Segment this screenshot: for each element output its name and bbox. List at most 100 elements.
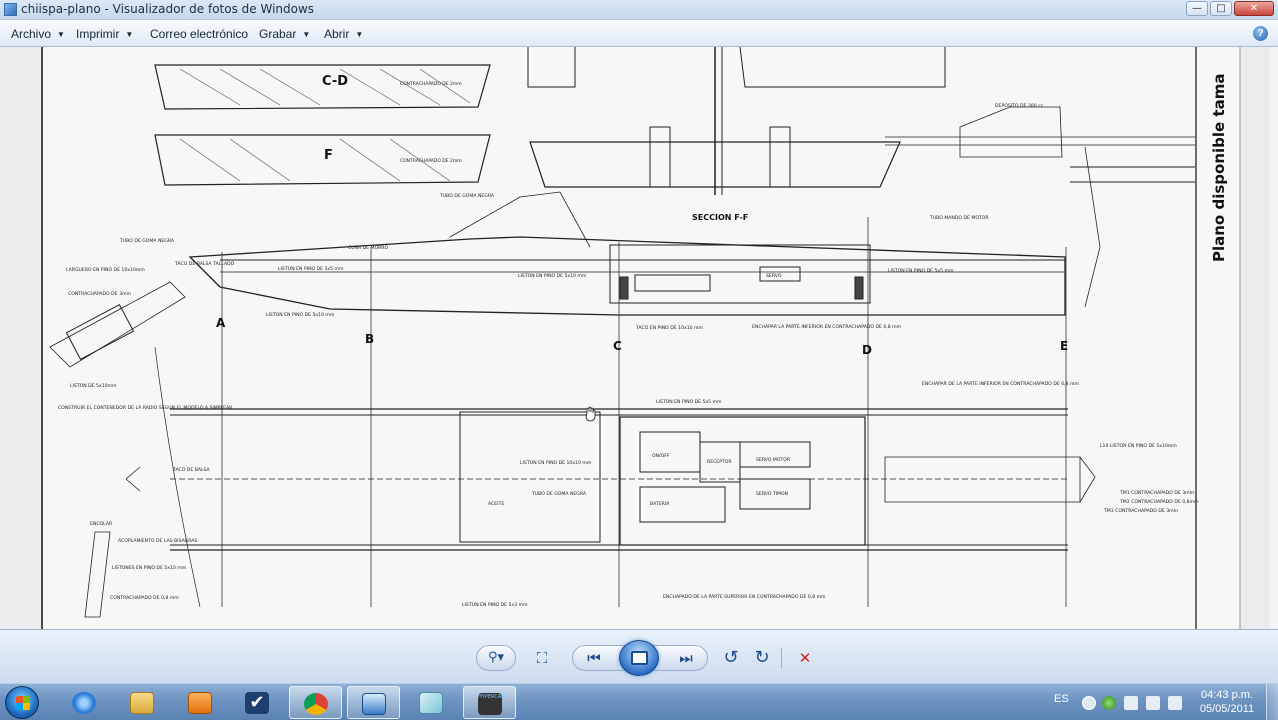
taskbar-photo-viewer[interactable] xyxy=(347,686,400,719)
callout-text: SERVO xyxy=(766,273,782,279)
slideshow-icon xyxy=(631,651,648,665)
station-label-e: E xyxy=(1060,339,1068,353)
callout-text: LARGUERO EN PINO DE 10x10mm xyxy=(66,267,145,273)
taskbar-notes-app[interactable] xyxy=(405,686,458,719)
callout-text: BATERIA xyxy=(650,501,670,507)
station-label-d: D xyxy=(862,343,872,357)
callout-text: TACO DE BALSA xyxy=(172,467,211,473)
callout-text: ENCHAPAR LA PARTE INFERIOR EN CONTRACHAP… xyxy=(752,324,902,330)
taskbar-checkmark-app[interactable]: ✔ xyxy=(231,686,284,719)
callout-text: LISTON EN PINO DE 3x5 mm xyxy=(278,266,344,272)
station-label-a: A xyxy=(216,316,226,330)
callout-text: CONTRACHAPADO DE 2mm xyxy=(400,158,462,164)
station-label-c: C xyxy=(613,339,622,353)
callout-text: LISTON EN PINO DE 10x10 mm xyxy=(520,460,592,466)
callout-text: CONTRACHAPADO DE 3mm xyxy=(68,291,131,297)
callout-text: CONTRACHAPADO DE 2mm xyxy=(400,81,462,87)
menu-grabar[interactable]: Grabar ▼ xyxy=(259,27,310,41)
taskbar-hypercam[interactable]: HYPERCAM xyxy=(463,686,516,719)
next-icon[interactable]: ⏭ xyxy=(675,648,697,668)
callout-text: ENCHAPAR DE LA PARTE INFERIOR EN CONTRAC… xyxy=(922,381,1079,387)
rotate-counterclockwise-icon[interactable]: ↺ xyxy=(720,648,742,668)
callout-text: ENCHAPADO DE LA PARTE SUPERIOR EN CONTRA… xyxy=(663,594,826,600)
menu-imprimir[interactable]: Imprimir ▼ xyxy=(76,27,133,41)
taskbar-google-chrome[interactable] xyxy=(289,686,342,719)
callout-text: CUÑA DE MORRO xyxy=(348,244,388,251)
maximize-button[interactable]: □ xyxy=(1210,1,1232,16)
chevron-down-icon: ▼ xyxy=(57,30,65,39)
callout-text: LISTON EN PINO DE 5x5 mm xyxy=(656,399,722,405)
chevron-down-icon: ▼ xyxy=(125,30,134,39)
help-icon[interactable]: ? xyxy=(1253,26,1268,41)
system-clock[interactable]: 04:43 p.m. 05/05/2011 xyxy=(1196,688,1258,716)
checkmark-icon: ✔ xyxy=(245,692,269,714)
menu-archivo[interactable]: Archivo ▼ xyxy=(11,27,65,41)
network-status-icon[interactable] xyxy=(1102,696,1116,710)
start-button[interactable] xyxy=(5,686,39,719)
image-viewport[interactable]: Plano disponible tama C-D CONTRACHAPADO … xyxy=(0,47,1278,629)
volume-icon[interactable] xyxy=(1168,696,1182,710)
minimize-button[interactable]: — xyxy=(1186,1,1208,16)
callout-text: ACEITE xyxy=(488,501,504,507)
title-bar: chiispa-plano - Visualizador de fotos de… xyxy=(0,0,1278,20)
callout-text: TM3 CONTRACHAPADO DE 3mm xyxy=(1103,508,1179,514)
callout-text: ACOPLAMIENTO DE LAS BISAGRAS xyxy=(118,538,197,544)
notes-icon xyxy=(419,692,443,714)
menu-grabar-label: Grabar xyxy=(259,27,297,41)
taskbar-internet-explorer[interactable] xyxy=(58,686,111,719)
callout-text: LISTON EN PINO DE 5x10 mm xyxy=(518,273,587,279)
section-label-cd: C-D xyxy=(322,74,348,89)
zoom-icon[interactable]: ⚲▾ xyxy=(478,648,514,668)
photo-viewer-icon xyxy=(362,693,386,715)
callout-text: ENCOLAR xyxy=(90,521,113,527)
callout-text: TUBO DE GOMA NEGRA xyxy=(439,193,495,199)
divider xyxy=(781,648,782,668)
callout-text: DEPOSITO DE 300 cc xyxy=(995,103,1044,109)
callout-text: ON/OFF xyxy=(652,453,670,459)
hypercam-label: HYPERCAM xyxy=(478,694,506,700)
menu-correo-label: Correo electrónico xyxy=(150,27,249,41)
callout-text: SERVO MOTOR xyxy=(756,457,791,463)
windows-logo-icon xyxy=(16,696,30,710)
menu-imprimir-label: Imprimir xyxy=(76,27,120,41)
chrome-icon xyxy=(304,693,328,715)
callout-text: LISTON EN PINO DE 5x5 mm xyxy=(888,268,954,274)
taskbar-media-player[interactable] xyxy=(174,686,227,719)
clock-time: 04:43 p.m. xyxy=(1201,689,1253,701)
viewport-edge xyxy=(1270,47,1278,629)
callout-text: LISTON EN PINO DE 5x3 mm xyxy=(462,602,528,608)
show-desktop-button[interactable] xyxy=(1266,684,1278,720)
window-controls: — □ ✕ xyxy=(1186,1,1274,16)
callout-text: CONSTRUIR EL CONTENEDOR DE LA RADIO SEGU… xyxy=(58,405,233,411)
delete-icon[interactable]: ✕ xyxy=(794,648,816,668)
language-indicator[interactable]: ES xyxy=(1054,693,1069,705)
window-title: chiispa-plano - Visualizador de fotos de… xyxy=(21,2,315,16)
slideshow-button[interactable] xyxy=(619,640,659,676)
callout-text: LISTON DE 5x10mm xyxy=(70,383,117,389)
station-label-b: B xyxy=(365,332,374,346)
action-center-flag-icon[interactable] xyxy=(1124,696,1138,710)
callout-text: TM2 CONTRACHAPADO DE 0,8mm xyxy=(1119,499,1199,505)
blueprint-image: Plano disponible tama C-D CONTRACHAPADO … xyxy=(41,47,1241,629)
side-title: Plano disponible tama xyxy=(1210,74,1228,262)
taskbar-windows-explorer[interactable] xyxy=(116,686,169,719)
callout-text: LISTON EN PINO DE 5x10 mm xyxy=(266,312,335,318)
menu-abrir-label: Abrir xyxy=(324,27,350,41)
rotate-clockwise-icon[interactable]: ↻ xyxy=(751,648,773,668)
previous-icon[interactable]: ⏮ xyxy=(583,648,605,668)
callout-text: TUBO MANDO DE MOTOR xyxy=(929,215,989,221)
callout-text: SERVO TIMON xyxy=(756,491,788,497)
fit-window-icon[interactable]: ⛶ xyxy=(531,648,553,668)
tray-expand-icon[interactable] xyxy=(1082,696,1096,710)
display-icon[interactable] xyxy=(1146,696,1160,710)
callout-text: LISTONES EN PINO DE 5x10 mm xyxy=(112,565,187,571)
menu-correo[interactable]: Correo electrónico xyxy=(150,27,248,41)
internet-explorer-icon xyxy=(72,692,96,714)
chevron-down-icon: ▼ xyxy=(302,30,311,39)
section-label-f: F xyxy=(324,148,333,163)
hypercam-icon: HYPERCAM xyxy=(478,693,506,715)
menu-abrir[interactable]: Abrir ▼ xyxy=(324,27,363,41)
close-button[interactable]: ✕ xyxy=(1234,1,1274,16)
callout-text: TUBO DE GOMA NEGRA xyxy=(119,238,175,244)
viewer-controls: ⚲▾ ⛶ ⏮ ⏭ ↺ ↻ ✕ xyxy=(0,629,1278,683)
